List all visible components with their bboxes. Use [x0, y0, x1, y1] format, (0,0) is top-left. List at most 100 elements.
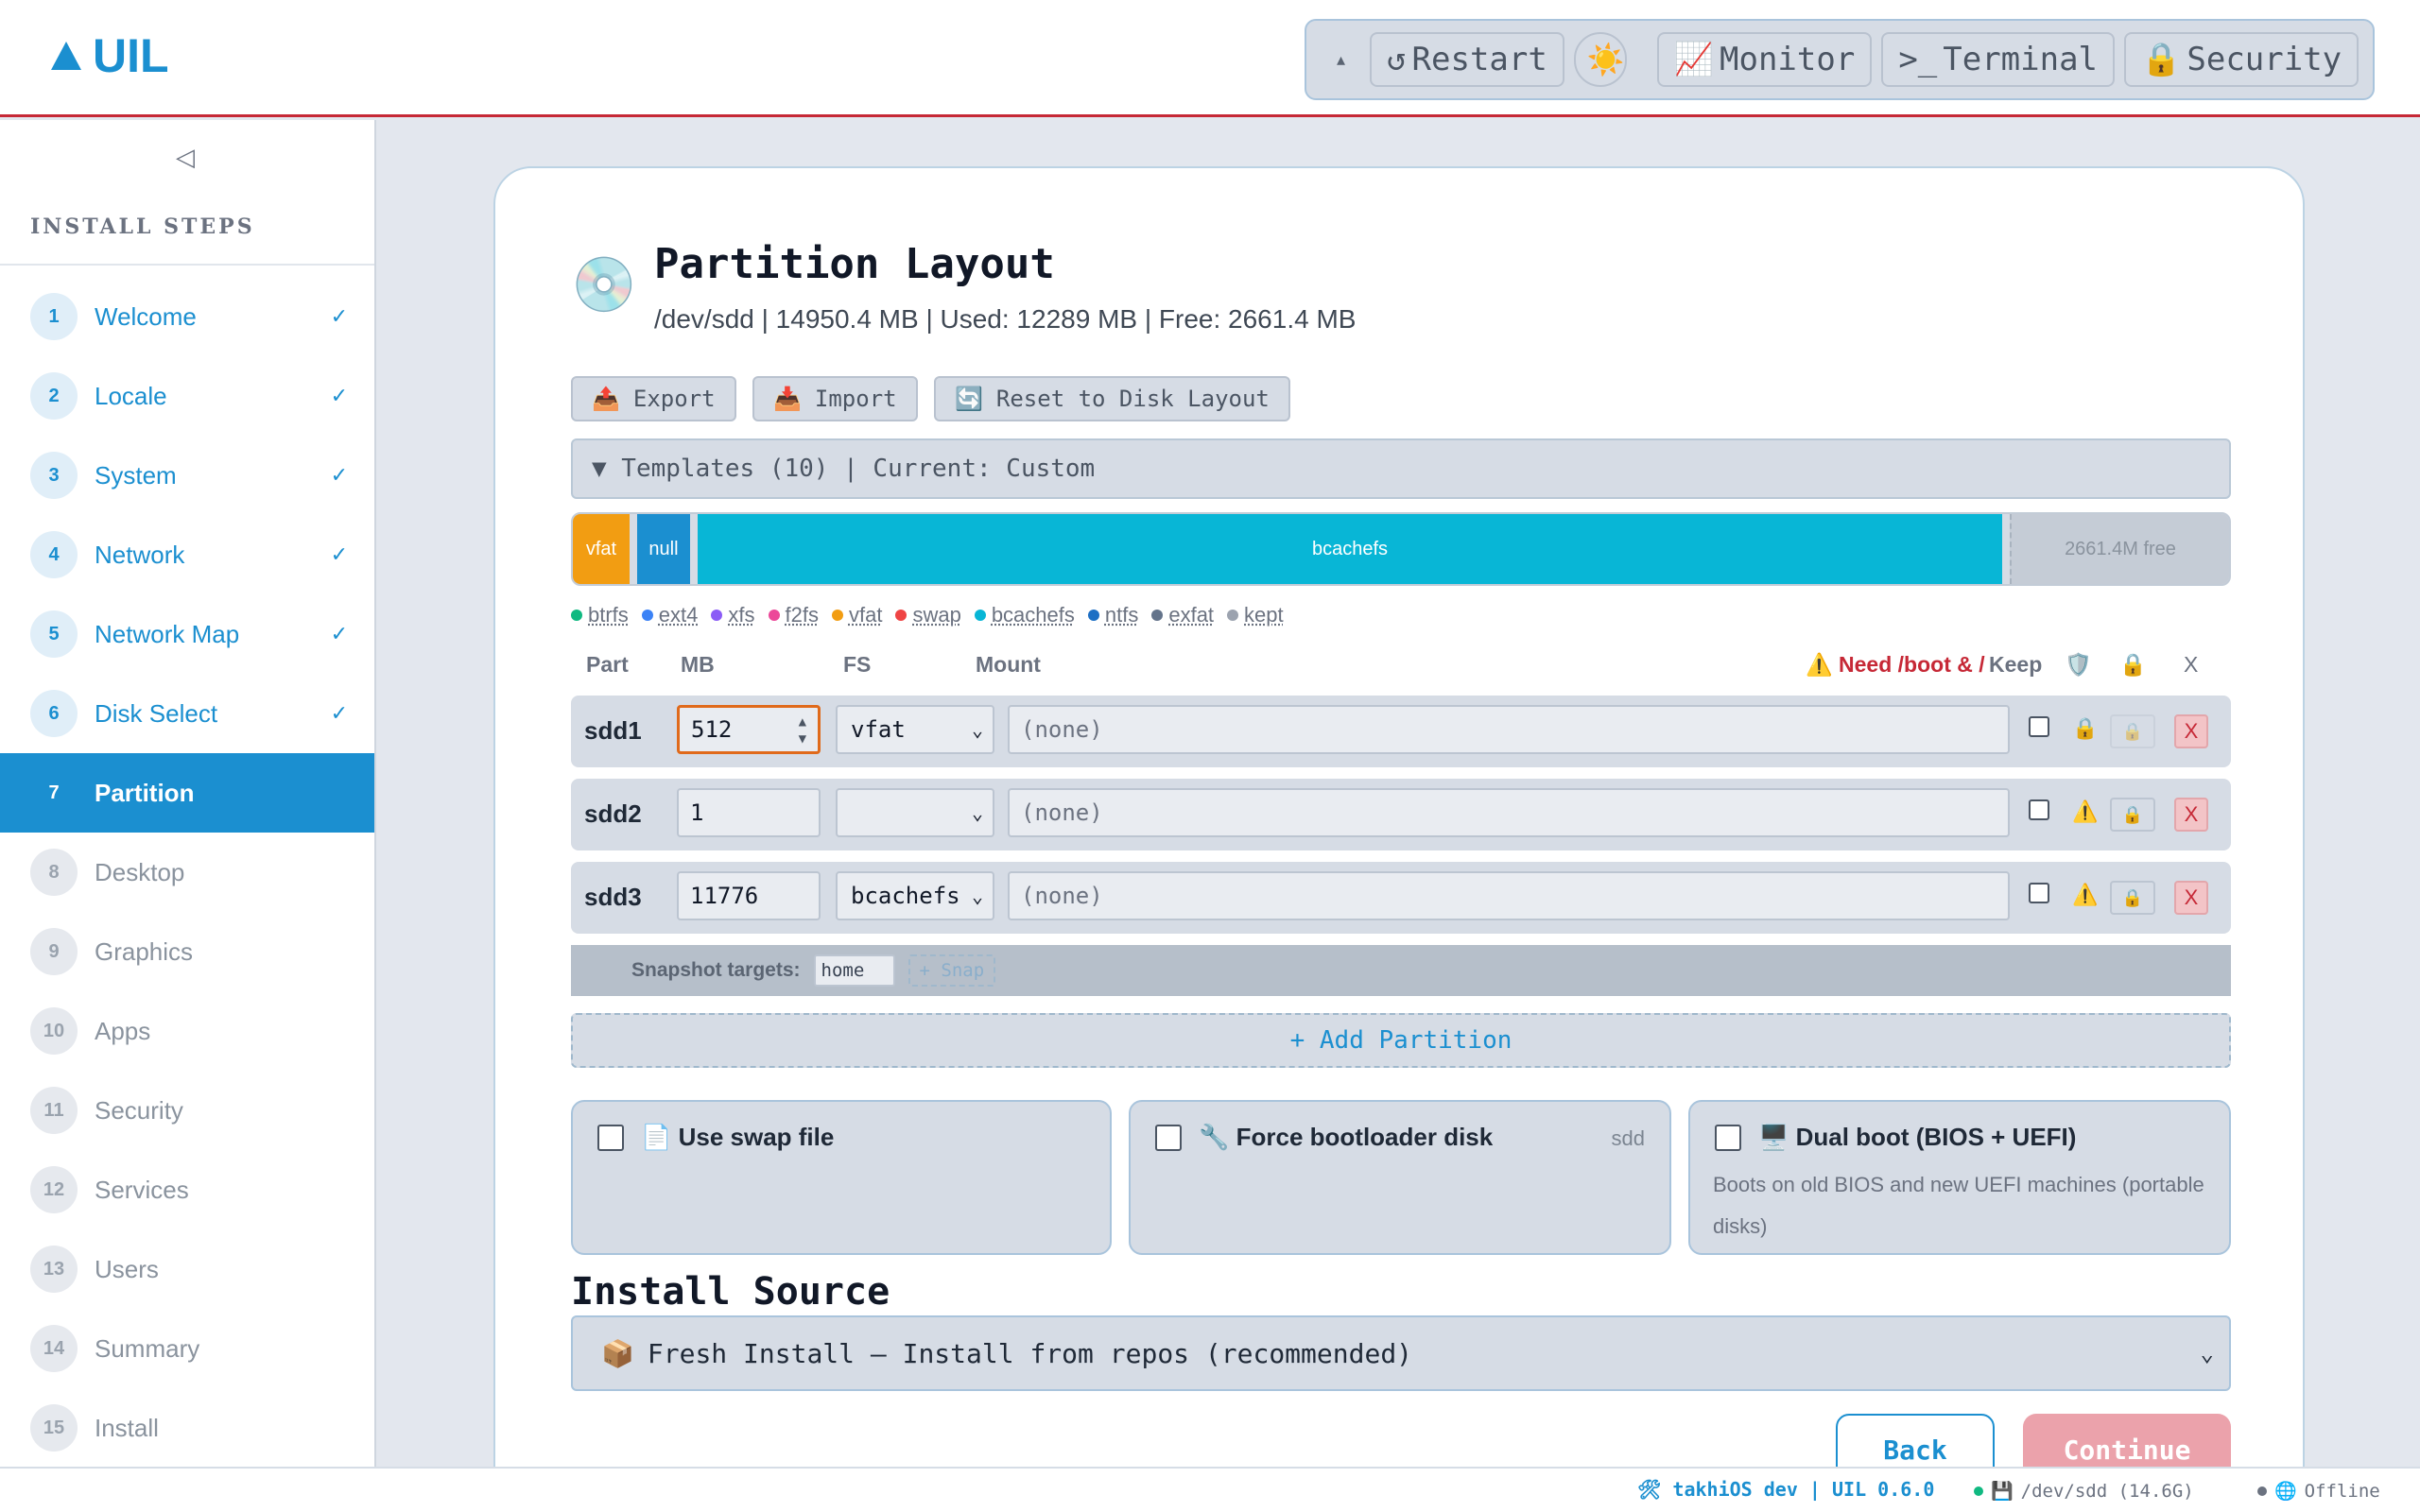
step-system[interactable]: 3 System ✓	[0, 436, 374, 515]
templates-toggle[interactable]: ▼ Templates (10) | Current: Custom	[571, 438, 2231, 499]
page-title: Partition Layout	[654, 240, 1055, 288]
legend-dot	[768, 610, 780, 621]
step-label: Services	[95, 1175, 189, 1204]
dualboot-option-card[interactable]: 🖥️ Dual boot (BIOS + UEFI) Boots on old …	[1688, 1100, 2231, 1255]
step-number: 5	[30, 610, 78, 658]
step-security[interactable]: 11 Security	[0, 1071, 374, 1150]
disk-status-label: /dev/sdd (14.6G)	[2020, 1480, 2194, 1502]
remove-partition-button[interactable]: X	[2174, 714, 2208, 748]
disk-status: 💾 /dev/sdd (14.6G)	[1974, 1480, 2194, 1502]
legend-dot	[571, 610, 582, 621]
col-fs: FS	[843, 652, 872, 677]
remove-partition-button[interactable]: X	[2174, 881, 2208, 915]
remove-partition-button[interactable]: X	[2174, 798, 2208, 832]
partition-size-value: 512	[691, 716, 733, 743]
partition-mount-input[interactable]: (none)	[1008, 871, 2010, 920]
step-network-map[interactable]: 5 Network Map ✓	[0, 594, 374, 674]
install-source-select[interactable]: 📦 Fresh Install — Install from repos (re…	[571, 1315, 2231, 1391]
step-services[interactable]: 12 Services	[0, 1150, 374, 1229]
disk-segment-bcachefs[interactable]: bcachefs	[698, 514, 2002, 584]
dualboot-checkbox[interactable]	[1715, 1125, 1741, 1151]
step-label: Graphics	[95, 936, 194, 966]
network-status-dot	[2257, 1486, 2267, 1496]
monitor-button[interactable]: 📈 Monitor	[1656, 32, 1873, 87]
partition-fs-select[interactable]: vfat ⌄	[836, 705, 994, 754]
step-desktop[interactable]: 8 Desktop	[0, 833, 374, 912]
step-disk-select[interactable]: 6 Disk Select ✓	[0, 674, 374, 753]
step-number: 11	[30, 1087, 78, 1134]
reset-layout-button[interactable]: 🔄 Reset to Disk Layout	[934, 376, 1290, 421]
theme-toggle[interactable]: ☀️	[1573, 32, 1627, 87]
step-number: 15	[30, 1404, 78, 1452]
import-button[interactable]: 📥 Import	[752, 376, 918, 421]
partition-mount-input[interactable]: (none)	[1008, 788, 2010, 837]
step-network[interactable]: 4 Network ✓	[0, 515, 374, 594]
keep-checkbox[interactable]	[2029, 883, 2049, 903]
export-button[interactable]: 📤 Export	[571, 376, 736, 421]
sidebar-collapse-icon[interactable]: ◁	[176, 143, 195, 172]
bootloader-label: Force bootloader disk	[1236, 1123, 1494, 1151]
toolbar-collapse-icon[interactable]: ▴	[1322, 50, 1360, 70]
restart-button[interactable]: ↺ Restart	[1370, 32, 1564, 87]
add-snap-button[interactable]: + Snap	[908, 954, 996, 987]
logo-text: UIL	[93, 29, 169, 82]
partition-fs-select[interactable]: bcachefs ⌄	[836, 871, 994, 920]
partition-fs-value: vfat	[851, 716, 906, 743]
col-part: Part	[586, 652, 629, 677]
encrypt-lock-button[interactable]: 🔒	[2110, 714, 2155, 748]
partition-card: 💿 Partition Layout /dev/sdd | 14950.4 MB…	[493, 166, 2305, 1512]
package-icon: 📦	[601, 1337, 634, 1369]
step-locale[interactable]: 2 Locale ✓	[0, 356, 374, 436]
partition-size-input[interactable]: 11776	[677, 871, 821, 920]
legend-btrfs: btrfs	[571, 603, 629, 627]
step-welcome[interactable]: 1 Welcome ✓	[0, 277, 374, 356]
network-status: 🌐 Offline	[2257, 1480, 2380, 1502]
snapshot-input[interactable]: home	[813, 954, 895, 987]
app-header: UIL ▴ ↺ Restart ☀️ 📈 Monitor >_ Terminal…	[0, 0, 2420, 117]
app-logo[interactable]: UIL	[51, 28, 169, 83]
security-button[interactable]: 🔒 Security	[2124, 32, 2360, 87]
lock-icon: 🔒	[2119, 652, 2147, 677]
partition-fs-select[interactable]: ⌄	[836, 788, 994, 837]
disk-status-dot	[1974, 1486, 1983, 1496]
col-keep: Keep	[1989, 652, 2043, 677]
partition-row-sdd3: sdd3 11776 bcachefs ⌄ (none) ⚠️ 🔒 X	[571, 862, 2231, 934]
disk-usage-bar: vfat null bcachefs 2661.4M free	[571, 512, 2231, 586]
keep-checkbox[interactable]	[2029, 799, 2049, 820]
step-number: 6	[30, 690, 78, 737]
bootloader-option-title: 🔧 Force bootloader disk	[1199, 1123, 1493, 1152]
partition-size-input[interactable]: 512 ▲ ▼	[677, 705, 821, 754]
step-graphics[interactable]: 9 Graphics	[0, 912, 374, 991]
stepper-icon[interactable]: ▲ ▼	[799, 713, 806, 747]
step-apps[interactable]: 10 Apps	[0, 991, 374, 1071]
partition-size-value: 1	[690, 799, 704, 826]
step-summary[interactable]: 14 Summary	[0, 1309, 374, 1388]
keep-checkbox[interactable]	[2029, 716, 2049, 737]
encrypt-lock-button[interactable]: 🔒	[2110, 798, 2155, 832]
build-info: 🛠 takhiOS dev | UIL 0.6.0	[1637, 1478, 1935, 1501]
legend-dot	[641, 610, 653, 621]
warning-icon: ⚠️	[2072, 883, 2099, 906]
step-number: 9	[30, 928, 78, 975]
check-icon: ✓	[330, 304, 348, 328]
step-partition[interactable]: 7 Partition	[0, 753, 374, 833]
step-install[interactable]: 15 Install	[0, 1388, 374, 1468]
swap-checkbox[interactable]	[597, 1125, 624, 1151]
disk-segment-vfat[interactable]: vfat	[573, 514, 630, 584]
bootloader-checkbox[interactable]	[1155, 1125, 1182, 1151]
partition-size-input[interactable]: 1	[677, 788, 821, 837]
step-users[interactable]: 13 Users	[0, 1229, 374, 1309]
encrypt-lock-button[interactable]: 🔒	[2110, 881, 2155, 915]
sidebar-divider	[0, 264, 374, 266]
legend-exfat: exfat	[1151, 603, 1214, 627]
add-partition-button[interactable]: + Add Partition	[571, 1013, 2231, 1068]
chevron-down-icon: ⌄	[971, 885, 983, 907]
swap-option-card[interactable]: 📄 Use swap file	[571, 1100, 1112, 1255]
restart-label: Restart	[1411, 41, 1547, 78]
legend-swap: swap	[895, 603, 961, 627]
terminal-button[interactable]: >_ Terminal	[1881, 32, 2116, 87]
bootloader-option-card[interactable]: 🔧 Force bootloader disk sdd	[1129, 1100, 1671, 1255]
partition-mount-input[interactable]: (none)	[1008, 705, 2010, 754]
step-label: Apps	[95, 1016, 151, 1045]
disk-segment-null[interactable]: null	[637, 514, 690, 584]
